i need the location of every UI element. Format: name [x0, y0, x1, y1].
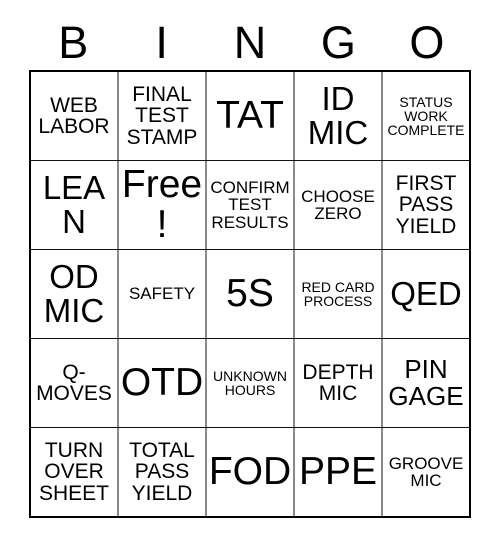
bingo-cell-label: PPE: [298, 450, 378, 494]
bingo-cell-label: SAFETY: [128, 284, 196, 304]
bingo-cell-g5[interactable]: PPE: [295, 428, 383, 516]
bingo-cell-label: OD MIC: [43, 258, 105, 329]
bingo-cell-o3[interactable]: QED: [383, 250, 469, 338]
bingo-cell-b4[interactable]: Q- MOVES: [31, 339, 119, 427]
bingo-cell-o2[interactable]: FIRST PASS YIELD: [383, 161, 469, 249]
bingo-cell-n4[interactable]: UNKNOWN HOURS: [207, 339, 295, 427]
bingo-cell-label: TAT: [216, 94, 284, 138]
bingo-free-space-label: Free!: [121, 163, 203, 246]
bingo-cell-label: CONFIRM TEST RESULTS: [210, 178, 290, 232]
bingo-cell-i1[interactable]: FINAL TEST STAMP: [119, 72, 207, 160]
bingo-cell-n3[interactable]: 5S: [207, 250, 295, 338]
bingo-cell-b3[interactable]: OD MIC: [31, 250, 119, 338]
bingo-cell-label: FIRST PASS YIELD: [395, 171, 457, 238]
bingo-cell-g4[interactable]: DEPTH MIC: [295, 339, 383, 427]
bingo-cell-o5[interactable]: GROOVE MIC: [383, 428, 469, 516]
bingo-cell-label: FINAL TEST STAMP: [126, 82, 198, 149]
bingo-cell-label: CHOOSE ZERO: [301, 186, 375, 223]
bingo-cell-label: QED: [390, 275, 462, 313]
bingo-cell-label: 5S: [226, 272, 274, 316]
bingo-cell-n2[interactable]: CONFIRM TEST RESULTS: [207, 161, 295, 249]
bingo-card: B I N G O WEB LABOR FINAL TEST STAMP TAT…: [0, 0, 500, 544]
bingo-cell-n1[interactable]: TAT: [207, 72, 295, 160]
bingo-cell-label: ID MIC: [307, 80, 369, 151]
bingo-cell-label: DEPTH MIC: [302, 360, 374, 405]
bingo-cell-i2-free[interactable]: Free!: [119, 161, 207, 249]
bingo-cell-g3[interactable]: RED CARD PROCESS: [295, 250, 383, 338]
bingo-cell-g1[interactable]: ID MIC: [295, 72, 383, 160]
bingo-cell-label: RED CARD PROCESS: [301, 278, 375, 309]
bingo-cell-label: OTD: [120, 361, 204, 405]
header-letter-b: B: [58, 16, 89, 68]
bingo-cell-label: STATUS WORK COMPLETE: [387, 93, 465, 139]
bingo-cell-i4[interactable]: OTD: [119, 339, 207, 427]
bingo-cell-b5[interactable]: TURN OVER SHEET: [31, 428, 119, 516]
bingo-row-2: LEAN Free! CONFIRM TEST RESULTS CHOOSE Z…: [31, 161, 469, 250]
bingo-cell-b1[interactable]: WEB LABOR: [31, 72, 119, 160]
header-letter-i: I: [155, 16, 168, 68]
bingo-cell-n5[interactable]: FOD: [207, 428, 295, 516]
bingo-cell-o1[interactable]: STATUS WORK COMPLETE: [383, 72, 469, 160]
bingo-cell-b2[interactable]: LEAN: [31, 161, 119, 249]
bingo-cell-label: TOTAL PASS YIELD: [129, 438, 195, 505]
header-letter-n: N: [233, 16, 267, 68]
bingo-row-1: WEB LABOR FINAL TEST STAMP TAT ID MIC ST…: [31, 72, 469, 161]
bingo-cell-i5[interactable]: TOTAL PASS YIELD: [119, 428, 207, 516]
bingo-cell-label: WEB LABOR: [38, 93, 110, 138]
bingo-cell-i3[interactable]: SAFETY: [119, 250, 207, 338]
header-letter-o: O: [409, 16, 445, 68]
bingo-cell-label: GROOVE MIC: [388, 453, 464, 490]
bingo-header-row: B I N G O: [29, 14, 471, 70]
bingo-grid: WEB LABOR FINAL TEST STAMP TAT ID MIC ST…: [29, 70, 471, 518]
bingo-cell-label: FOD: [208, 450, 292, 494]
bingo-cell-label: TURN OVER SHEET: [38, 438, 109, 505]
bingo-cell-o4[interactable]: PIN GAGE: [383, 339, 469, 427]
bingo-row-4: Q- MOVES OTD UNKNOWN HOURS DEPTH MIC PIN…: [31, 339, 469, 428]
bingo-cell-label: PIN GAGE: [388, 354, 464, 411]
bingo-cell-label: Q- MOVES: [36, 360, 112, 405]
bingo-cell-label: LEAN: [42, 169, 106, 240]
header-letter-g: G: [320, 16, 356, 68]
bingo-row-5: TURN OVER SHEET TOTAL PASS YIELD FOD PPE…: [31, 428, 469, 516]
bingo-cell-label: UNKNOWN HOURS: [213, 367, 287, 398]
bingo-row-3: OD MIC SAFETY 5S RED CARD PROCESS QED: [31, 250, 469, 339]
bingo-cell-g2[interactable]: CHOOSE ZERO: [295, 161, 383, 249]
